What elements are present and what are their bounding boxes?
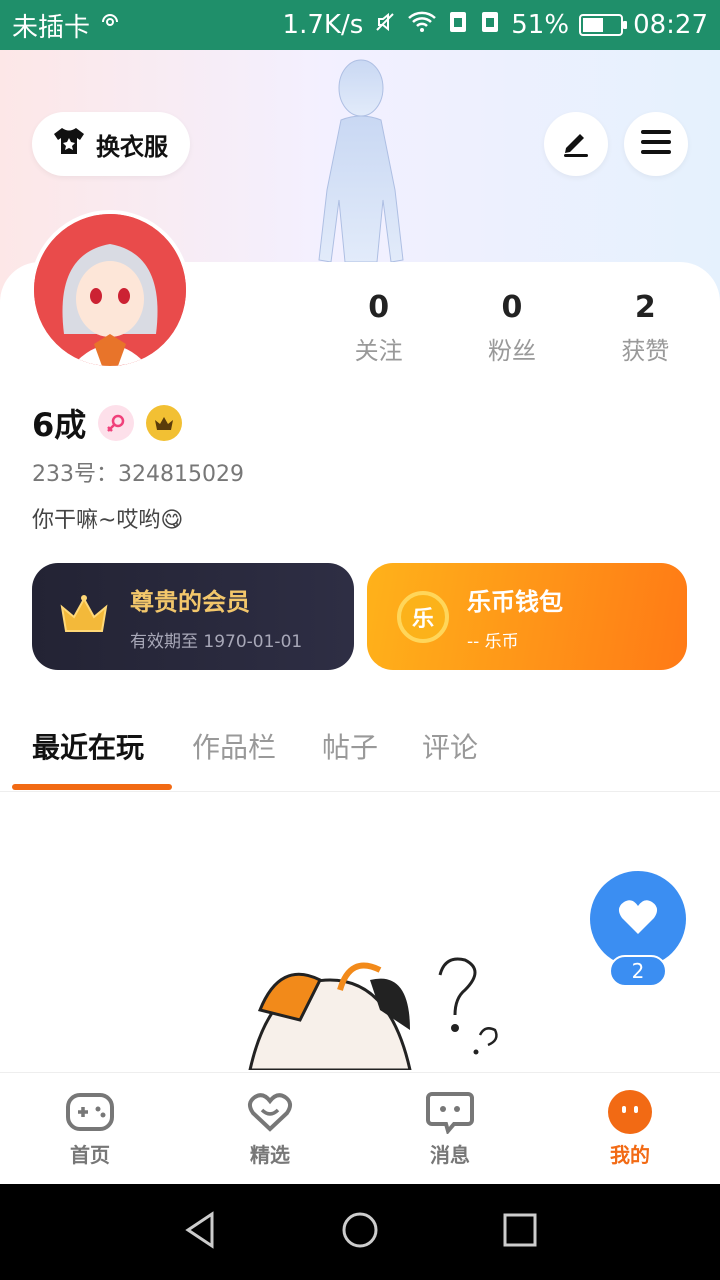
like-count-badge: 2 [609,955,667,987]
following-label: 关注 [354,337,403,365]
wallet-title: 乐币钱包 [467,587,563,616]
likes-count: 2 [634,290,656,325]
network-speed: 1.7K/s [282,10,364,40]
back-icon[interactable] [180,1210,220,1254]
stat-followers[interactable]: 0 粉丝 [445,290,578,366]
battery-icon [579,14,628,36]
tab-recently-played[interactable]: 最近在玩 [32,726,144,766]
pencil-icon [560,126,592,162]
edit-profile-button[interactable] [544,112,608,176]
status-bar: 未插卡 1.7K/s 51% 08:27 [0,0,720,50]
home-circle-icon[interactable] [340,1210,380,1254]
following-count: 0 [368,290,390,325]
nav-home-label: 首页 [70,1143,110,1167]
profile-stats: 0 关注 0 粉丝 2 获赞 [312,290,712,366]
female-gender-icon [98,405,135,441]
change-outfit-label: 换衣服 [96,132,168,161]
nav-featured[interactable]: 精选 [180,1073,360,1184]
hotspot-icon [98,10,122,40]
menu-button[interactable] [624,112,688,176]
carrier-label: 未插卡 [12,12,91,43]
hamburger-menu-icon [640,128,672,160]
heart-outline-icon [245,1089,295,1135]
wallet-card[interactable]: 乐 乐币钱包 -- 乐币 [367,563,687,670]
nav-messages[interactable]: 消息 [360,1073,540,1184]
tab-comments[interactable]: 评论 [422,726,478,766]
avatar-3d-figure [303,50,419,265]
sim-icon [447,10,469,40]
change-outfit-button[interactable]: 换衣服 [32,112,190,176]
likes-label: 获赞 [621,337,670,365]
active-tab-indicator [12,784,172,790]
shirt-icon [52,126,86,162]
sim-icon-2 [479,10,501,40]
mute-icon [373,10,397,40]
battery-percent: 51% [511,10,570,40]
username-row: 6成 [32,400,183,446]
nav-me-label: 我的 [610,1143,650,1167]
tab-works[interactable]: 作品栏 [192,726,276,766]
user-avatar[interactable] [30,210,190,370]
bottom-navigation: 首页 精选 消息 我的 [0,1072,720,1184]
vip-title: 尊贵的会员 [130,587,250,616]
nav-messages-label: 消息 [430,1143,470,1167]
wifi-icon [407,10,437,40]
coin-icon: 乐 [397,590,449,643]
system-navigation-bar [0,1184,720,1280]
user-bio: 你干嘛~哎哟😋 [32,508,184,533]
username: 6成 [32,406,87,444]
tab-posts[interactable]: 帖子 [322,726,378,766]
heart-icon [617,898,659,940]
profile-tabs: 最近在玩 作品栏 帖子 评论 [0,712,720,792]
clock: 08:27 [633,10,708,40]
vip-crown-icon [146,405,183,441]
stat-following[interactable]: 0 关注 [312,290,445,366]
profile-face-icon [605,1089,655,1135]
crown-icon [58,593,110,641]
recent-apps-icon[interactable] [500,1210,540,1254]
followers-count: 0 [501,290,523,325]
nav-home[interactable]: 首页 [0,1073,180,1184]
followers-label: 粉丝 [487,337,536,365]
user-id: 233号：324815029 [32,462,244,487]
empty-state-illustration [240,950,520,1070]
chat-bubble-icon [425,1089,475,1135]
vip-membership-card[interactable]: 尊贵的会员 有效期至 1970-01-01 [32,563,354,670]
vip-expiry: 有效期至 1970-01-01 [130,631,303,652]
gamepad-icon [65,1089,115,1135]
nav-featured-label: 精选 [250,1143,290,1167]
nav-me[interactable]: 我的 [540,1073,720,1184]
wallet-balance: -- 乐币 [467,631,519,652]
stat-likes[interactable]: 2 获赞 [579,290,712,366]
like-button[interactable] [590,871,686,967]
